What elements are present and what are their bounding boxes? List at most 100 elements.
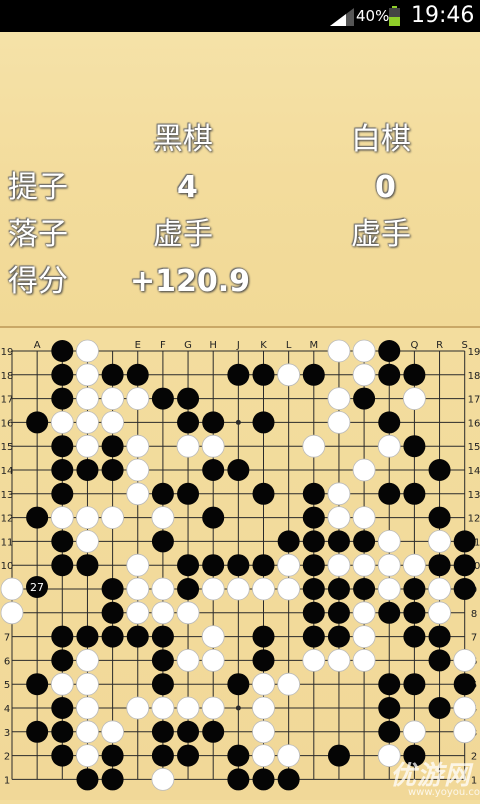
- empty-point[interactable]: [329, 436, 349, 456]
- empty-point[interactable]: [354, 769, 374, 789]
- empty-point[interactable]: [178, 627, 198, 647]
- empty-point[interactable]: [254, 508, 274, 528]
- empty-point[interactable]: [178, 674, 198, 694]
- empty-point[interactable]: [128, 674, 148, 694]
- empty-point[interactable]: [228, 341, 248, 361]
- go-board-area[interactable]: ABCEFGHJKLMNOPQRS19191818171716161515141…: [0, 328, 480, 800]
- empty-point[interactable]: [178, 508, 198, 528]
- empty-point[interactable]: [304, 674, 324, 694]
- empty-point[interactable]: [228, 698, 248, 718]
- empty-point[interactable]: [430, 389, 450, 409]
- empty-point[interactable]: [203, 603, 223, 623]
- empty-point[interactable]: [2, 484, 22, 504]
- empty-point[interactable]: [128, 341, 148, 361]
- empty-point[interactable]: [2, 555, 22, 575]
- empty-point[interactable]: [455, 627, 475, 647]
- empty-point[interactable]: [279, 722, 299, 742]
- empty-point[interactable]: [430, 365, 450, 385]
- empty-point[interactable]: [128, 508, 148, 528]
- empty-point[interactable]: [2, 412, 22, 432]
- empty-point[interactable]: [455, 508, 475, 528]
- empty-point[interactable]: [329, 722, 349, 742]
- empty-point[interactable]: [27, 627, 47, 647]
- empty-point[interactable]: [52, 769, 72, 789]
- empty-point[interactable]: [77, 603, 97, 623]
- empty-point[interactable]: [279, 389, 299, 409]
- empty-point[interactable]: [304, 412, 324, 432]
- empty-point[interactable]: [103, 341, 123, 361]
- empty-point[interactable]: [153, 341, 173, 361]
- empty-point[interactable]: [203, 746, 223, 766]
- empty-point[interactable]: [455, 389, 475, 409]
- empty-point[interactable]: [2, 365, 22, 385]
- empty-point[interactable]: [2, 627, 22, 647]
- empty-point[interactable]: [27, 484, 47, 504]
- empty-point[interactable]: [153, 436, 173, 456]
- empty-point[interactable]: [128, 746, 148, 766]
- empty-point[interactable]: [2, 389, 22, 409]
- empty-point[interactable]: [404, 460, 424, 480]
- empty-point[interactable]: [430, 436, 450, 456]
- empty-point[interactable]: [27, 603, 47, 623]
- empty-point[interactable]: [329, 460, 349, 480]
- empty-point[interactable]: [228, 412, 248, 432]
- empty-point[interactable]: [203, 341, 223, 361]
- empty-point[interactable]: [430, 412, 450, 432]
- empty-point[interactable]: [77, 484, 97, 504]
- empty-point[interactable]: [455, 603, 475, 623]
- empty-point[interactable]: [354, 722, 374, 742]
- empty-point[interactable]: [354, 674, 374, 694]
- empty-point[interactable]: [279, 341, 299, 361]
- empty-point[interactable]: [379, 627, 399, 647]
- empty-point[interactable]: [354, 698, 374, 718]
- empty-point[interactable]: [279, 627, 299, 647]
- empty-point[interactable]: [379, 650, 399, 670]
- empty-point[interactable]: [254, 341, 274, 361]
- empty-point[interactable]: [254, 460, 274, 480]
- empty-point[interactable]: [354, 484, 374, 504]
- empty-point[interactable]: [52, 579, 72, 599]
- empty-point[interactable]: [27, 746, 47, 766]
- empty-point[interactable]: [103, 674, 123, 694]
- empty-point[interactable]: [304, 341, 324, 361]
- empty-point[interactable]: [455, 412, 475, 432]
- empty-point[interactable]: [329, 365, 349, 385]
- empty-point[interactable]: [304, 722, 324, 742]
- empty-point[interactable]: [203, 769, 223, 789]
- empty-point[interactable]: [279, 460, 299, 480]
- go-board[interactable]: ABCEFGHJKLMNOPQRS19191818171716161515141…: [0, 328, 480, 800]
- empty-point[interactable]: [2, 650, 22, 670]
- empty-point[interactable]: [430, 341, 450, 361]
- empty-point[interactable]: [203, 674, 223, 694]
- empty-point[interactable]: [254, 436, 274, 456]
- empty-point[interactable]: [2, 722, 22, 742]
- empty-point[interactable]: [27, 531, 47, 551]
- empty-point[interactable]: [279, 698, 299, 718]
- empty-point[interactable]: [128, 722, 148, 742]
- empty-point[interactable]: [228, 650, 248, 670]
- empty-point[interactable]: [228, 722, 248, 742]
- empty-point[interactable]: [103, 698, 123, 718]
- empty-point[interactable]: [103, 531, 123, 551]
- empty-point[interactable]: [2, 460, 22, 480]
- empty-point[interactable]: [279, 436, 299, 456]
- empty-point[interactable]: [430, 722, 450, 742]
- empty-point[interactable]: [455, 436, 475, 456]
- empty-point[interactable]: [404, 698, 424, 718]
- empty-point[interactable]: [304, 389, 324, 409]
- empty-point[interactable]: [2, 769, 22, 789]
- empty-point[interactable]: [27, 698, 47, 718]
- empty-point[interactable]: [27, 365, 47, 385]
- empty-point[interactable]: [203, 484, 223, 504]
- empty-point[interactable]: [279, 508, 299, 528]
- empty-point[interactable]: [27, 436, 47, 456]
- empty-point[interactable]: [103, 555, 123, 575]
- empty-point[interactable]: [430, 674, 450, 694]
- empty-point[interactable]: [52, 603, 72, 623]
- empty-point[interactable]: [304, 746, 324, 766]
- empty-point[interactable]: [379, 389, 399, 409]
- empty-point[interactable]: [153, 555, 173, 575]
- empty-point[interactable]: [279, 603, 299, 623]
- empty-point[interactable]: [128, 650, 148, 670]
- empty-point[interactable]: [279, 650, 299, 670]
